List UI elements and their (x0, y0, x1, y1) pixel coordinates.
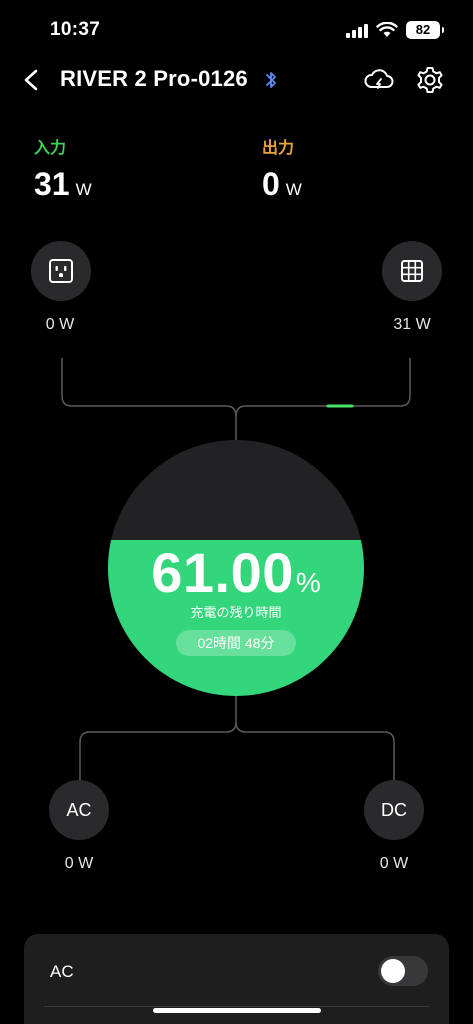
header: RIVER 2 Pro-0126 (0, 58, 473, 102)
solar-input-watts: 31 W (393, 316, 431, 333)
battery-percent-value: 61.00 (151, 541, 294, 604)
input-unit: W (75, 180, 92, 199)
battery-percent-unit: % (295, 567, 321, 598)
ac-output-label: AC (66, 799, 92, 820)
cloud-sync-button[interactable] (362, 64, 396, 96)
input-label: 入力 (34, 140, 67, 157)
total-output: 出力 0W (262, 134, 302, 203)
solar-panel-icon (401, 260, 423, 282)
battery-percentage: 61.00% (108, 540, 364, 605)
battery-indicator: 82 (406, 21, 444, 39)
ac-switch-toggle[interactable] (378, 956, 428, 986)
bluetooth-icon (266, 72, 276, 88)
dc-output-port[interactable]: DC (364, 780, 424, 840)
dc-output-watts: 0 W (379, 855, 409, 872)
ac-switch-label: AC (50, 962, 74, 981)
back-button[interactable] (16, 64, 46, 96)
solar-input-port[interactable] (382, 241, 442, 301)
toggle-knob (381, 959, 405, 983)
home-indicator (153, 1008, 321, 1013)
status-bar: 10:37 82 (0, 0, 473, 58)
ac-input-watts: 0 W (45, 316, 75, 333)
output-value: 0W (262, 166, 302, 203)
total-input: 入力 31 W (34, 134, 92, 203)
status-time: 10:37 (50, 19, 101, 40)
settings-gear-button[interactable] (414, 64, 446, 96)
charge-remaining-time: 02時間 48分 (176, 630, 296, 656)
cellular-signal-icon (346, 24, 368, 38)
charge-remaining-caption: 充電の残り時間 (190, 605, 282, 620)
card-divider (44, 1006, 429, 1007)
output-unit: W (285, 180, 302, 199)
ac-input-port[interactable] (31, 241, 91, 301)
battery-level-text: 82 (415, 22, 431, 37)
page-title: RIVER 2 Pro-0126 (60, 66, 248, 91)
output-label: 出力 (262, 140, 295, 157)
input-value: 31 W (34, 166, 92, 203)
ac-outlet-icon (49, 259, 73, 283)
wifi-icon (376, 22, 398, 37)
output-watts: 0 (262, 166, 280, 202)
ac-output-port[interactable]: AC (49, 780, 109, 840)
input-watts: 31 (34, 166, 70, 202)
battery-level-circle: 61.00% 充電の残り時間 02時間 48分 (108, 440, 364, 696)
ac-output-watts: 0 W (64, 855, 94, 872)
dc-output-label: DC (381, 799, 407, 820)
